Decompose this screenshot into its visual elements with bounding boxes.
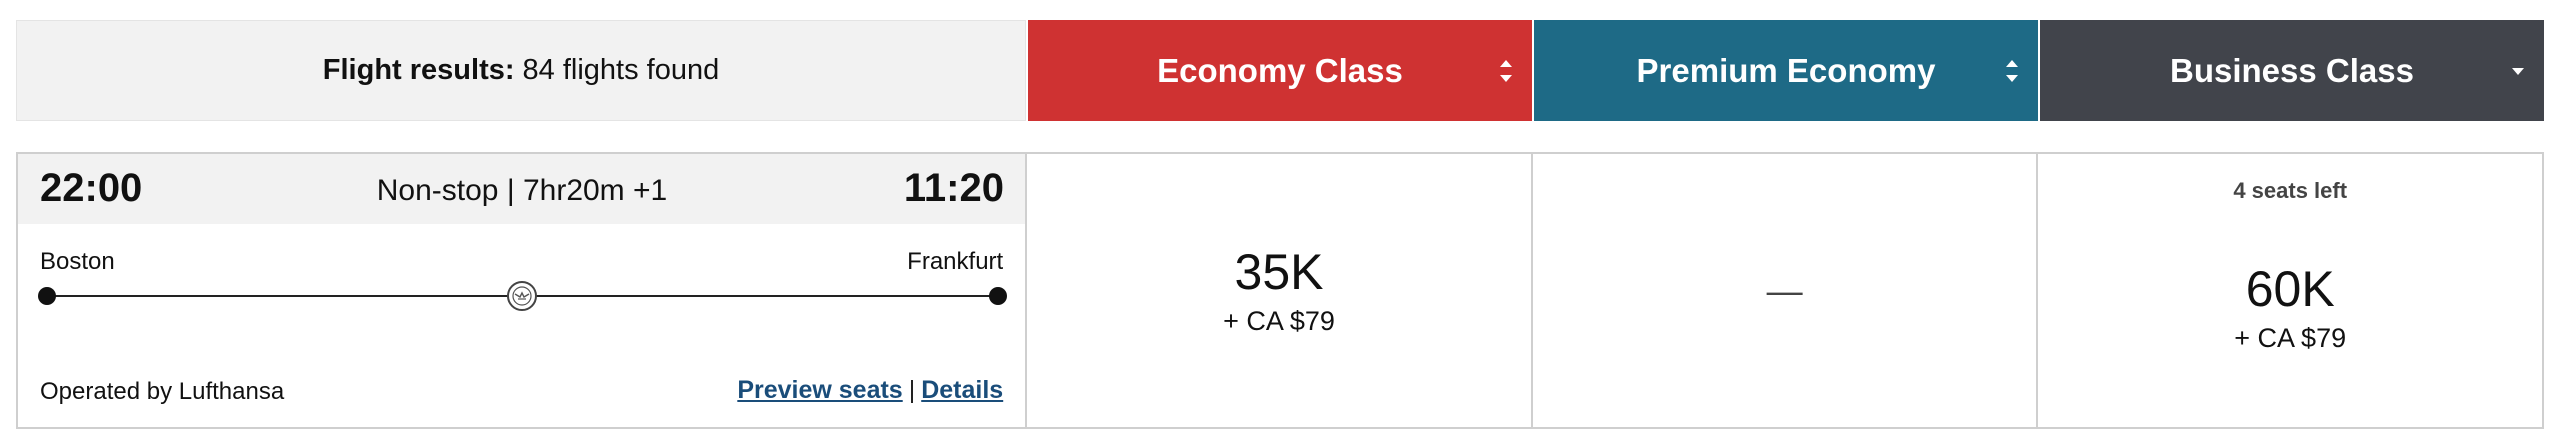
tab-premium-economy[interactable]: Premium Economy (1532, 20, 2038, 121)
tab-business-class-label: Business Class (2170, 51, 2414, 89)
fare-business[interactable]: 4 seats left 60K + CA $79 (2036, 154, 2542, 427)
premium-unavailable: — (1766, 269, 1803, 311)
link-separator: | (908, 376, 916, 404)
tab-economy-class-label: Economy Class (1157, 51, 1403, 89)
results-count: 84 flights found (522, 54, 720, 86)
economy-points: 35K (1234, 244, 1324, 300)
origin-city: Boston (40, 248, 115, 275)
business-points: 60K (2245, 261, 2335, 317)
business-price: 60K + CA $79 (2234, 261, 2346, 354)
airline-logo-icon (507, 281, 537, 311)
sort-arrows-icon[interactable] (1498, 56, 1514, 86)
flight-info: 22:00 Non-stop | 7hr20m +1 11:20 Boston … (18, 154, 1026, 427)
fare-economy[interactable]: 35K + CA $79 (1025, 154, 1531, 427)
sort-down-icon[interactable] (2510, 56, 2526, 86)
fare-premium-economy: — (1530, 154, 2037, 427)
tab-economy-class[interactable]: Economy Class (1026, 20, 1532, 121)
business-taxes: + CA $79 (2234, 323, 2347, 353)
origin-dot-icon (38, 287, 56, 305)
business-seats-left: 4 seats left (2233, 178, 2348, 203)
tab-business-class[interactable]: Business Class (2038, 20, 2544, 121)
sort-arrows-icon[interactable] (2004, 56, 2020, 86)
preview-seats-link[interactable]: Preview seats (737, 376, 902, 404)
tab-premium-economy-label: Premium Economy (1636, 51, 1936, 89)
destination-city: Frankfurt (907, 248, 1004, 275)
results-header: Flight results: 84 flights found Economy… (16, 20, 2544, 121)
flight-result-row: 22:00 Non-stop | 7hr20m +1 11:20 Boston … (16, 152, 2544, 429)
operated-by: Operated by Lufthansa (40, 378, 285, 405)
results-summary: Flight results: 84 flights found (16, 20, 1026, 121)
economy-taxes: + CA $79 (1223, 306, 1335, 336)
results-label: Flight results: (322, 54, 515, 86)
arrival-time: 11:20 (903, 166, 1004, 210)
details-link[interactable]: Details (921, 376, 1003, 404)
flight-duration: Non-stop | 7hr20m +1 (376, 174, 668, 207)
flight-links: Preview seats | Details (737, 376, 1003, 405)
destination-dot-icon (989, 287, 1007, 305)
flight-time-bar: 22:00 Non-stop | 7hr20m +1 11:20 (18, 154, 1026, 224)
